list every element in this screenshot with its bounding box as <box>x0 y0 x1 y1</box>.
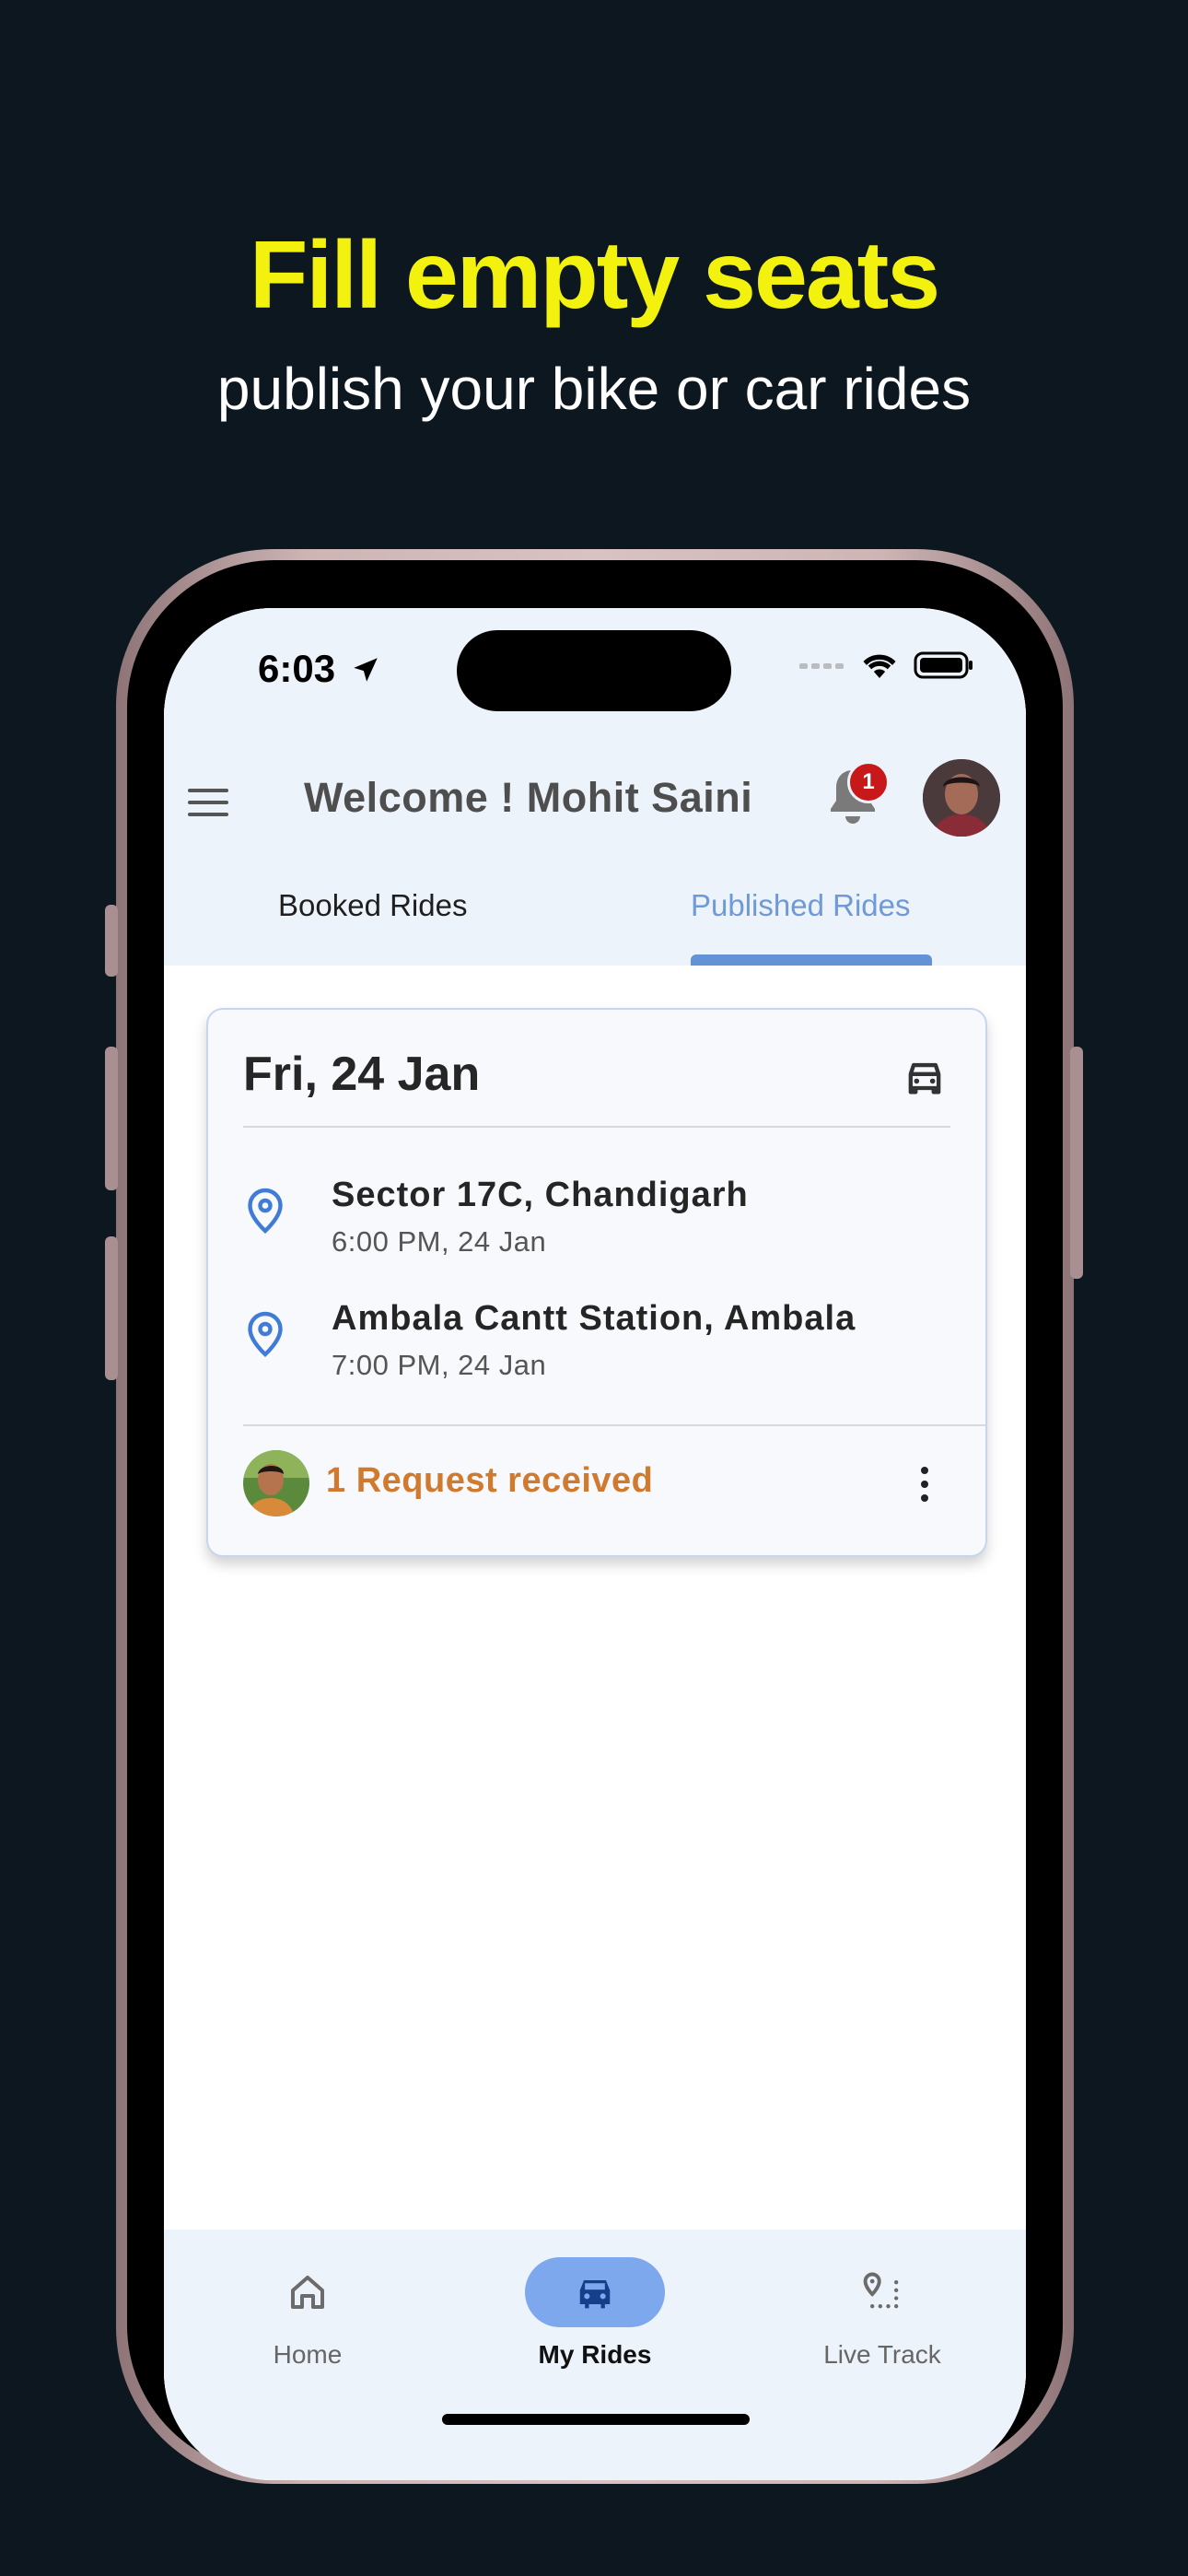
home-icon <box>291 2276 324 2309</box>
phone-side-button <box>105 1047 118 1190</box>
route-icon <box>863 2272 899 2309</box>
welcome-title: Welcome ! Mohit Saini <box>304 774 753 821</box>
nav-live-track[interactable]: Live Track <box>739 2230 1026 2414</box>
tab-booked-rides[interactable]: Booked Rides <box>278 888 467 923</box>
notification-badge: 1 <box>847 761 890 803</box>
card-divider <box>243 1126 950 1128</box>
nav-home-label: Home <box>273 2340 343 2369</box>
car-icon <box>579 2280 611 2309</box>
car-icon <box>908 1062 941 1095</box>
promo-headline: Fill empty seats <box>249 222 940 329</box>
cellular-signal-icon <box>799 663 844 669</box>
home-indicator[interactable] <box>442 2414 750 2425</box>
nav-my-rides-label: My Rides <box>538 2340 652 2369</box>
active-tab-indicator <box>691 954 932 966</box>
nav-home[interactable]: Home <box>164 2230 451 2414</box>
phone-side-button <box>105 905 118 977</box>
phone-screen: 6:03 Welcome ! Mohit Saini 1 Booked Ride… <box>164 608 1026 2480</box>
nav-live-track-label: Live Track <box>823 2340 941 2369</box>
ride-card[interactable]: Fri, 24 Jan Sector 17C, Chandigarh 6:00 … <box>206 1008 987 1557</box>
pickup-location: Sector 17C, Chandigarh <box>332 1176 749 1214</box>
status-icons <box>799 650 974 680</box>
location-pin-icon <box>248 1188 283 1234</box>
battery-icon <box>914 651 973 679</box>
ride-date: Fri, 24 Jan <box>243 1048 481 1101</box>
phone-power-button <box>1070 1047 1083 1279</box>
phone-side-button <box>105 1236 118 1380</box>
dynamic-island <box>457 630 731 711</box>
request-status[interactable]: 1 Request received <box>326 1461 653 1501</box>
more-options-icon[interactable] <box>915 1461 934 1507</box>
app-header: 6:03 Welcome ! Mohit Saini 1 Booked Ride… <box>164 608 1026 966</box>
requester-avatar[interactable] <box>243 1450 309 1516</box>
location-arrow-icon <box>353 658 378 682</box>
card-divider <box>243 1424 985 1426</box>
dropoff-location: Ambala Cantt Station, Ambala <box>332 1299 856 1338</box>
location-pin-icon <box>248 1311 283 1357</box>
bottom-navigation: Home My Rides Live Track <box>164 2230 1026 2480</box>
pickup-time: 6:00 PM, 24 Jan <box>332 1225 547 1258</box>
nav-my-rides[interactable]: My Rides <box>451 2230 739 2414</box>
status-time: 6:03 <box>258 647 381 691</box>
dropoff-time: 7:00 PM, 24 Jan <box>332 1349 547 1381</box>
wifi-icon <box>863 654 896 678</box>
promo-subline: publish your bike or car rides <box>216 356 972 422</box>
profile-avatar[interactable] <box>923 759 1000 837</box>
tab-published-rides[interactable]: Published Rides <box>691 888 910 923</box>
menu-icon[interactable] <box>186 779 232 825</box>
